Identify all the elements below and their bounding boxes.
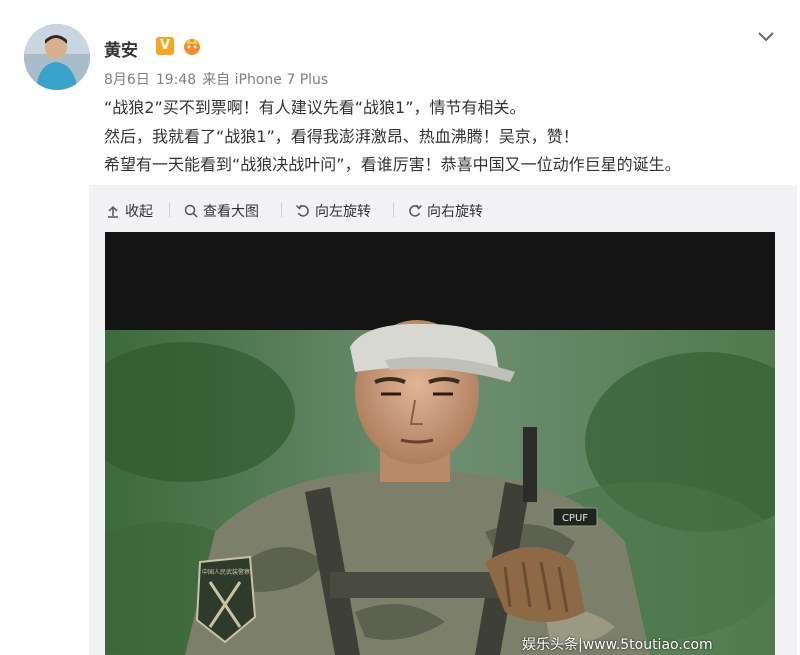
collapse-label: 收起 xyxy=(125,204,153,220)
post-source: 来自 iPhone 7 Plus xyxy=(202,72,329,88)
post-image[interactable]: CPUF 中国人民武装警察 xyxy=(105,232,775,655)
collapse-button[interactable]: 收起 xyxy=(105,201,153,221)
rotate-right-button[interactable]: 向右旋转 xyxy=(407,201,483,221)
view-large-label: 查看大图 xyxy=(203,204,259,220)
rotate-right-label: 向右旋转 xyxy=(427,204,483,220)
toolbar-divider xyxy=(281,203,282,217)
verified-badge-icon: V xyxy=(156,37,174,55)
watermark-text: 娱乐头条|www.5toutiao.com xyxy=(522,637,713,653)
search-icon xyxy=(183,203,199,219)
post-date[interactable]: 8月6日 xyxy=(104,72,150,88)
post-time[interactable]: 19:48 xyxy=(156,72,196,88)
post-line: 然后，我就看了“战狼1”，看得我澎湃激昂、热血沸腾！吴京，赞！ xyxy=(104,126,579,146)
toolbar-divider xyxy=(169,203,170,217)
avatar[interactable] xyxy=(24,24,90,90)
rotate-left-label: 向左旋转 xyxy=(315,204,371,220)
collapse-up-icon xyxy=(105,203,121,219)
chevron-down-icon[interactable] xyxy=(754,24,778,48)
post-line: “战狼2”买不到票啊！有人建议先看“战狼1”，情节有相关。 xyxy=(104,98,526,117)
post-meta: 8月6日 19:48 来自 iPhone 7 Plus xyxy=(104,69,328,89)
media-toolbar: 收起 查看大图 向左旋转 向右旋转 xyxy=(89,185,797,235)
toolbar-divider xyxy=(393,203,394,217)
rotate-left-icon xyxy=(295,203,311,219)
media-panel: 收起 查看大图 向左旋转 向右旋转 CPUF 中国人民武装警察 xyxy=(89,185,797,655)
view-large-button[interactable]: 查看大图 xyxy=(183,201,259,221)
post-text: “战狼2”买不到票啊！有人建议先看“战狼1”，情节有相关。 然后，我就看了“战狼… xyxy=(104,94,784,180)
username[interactable]: 黄安 xyxy=(104,36,138,61)
arm-patch-text: 中国人民武装警察 xyxy=(202,568,250,576)
rotate-right-icon xyxy=(407,203,423,219)
member-crown-icon xyxy=(180,35,204,55)
post-line: 希望有一天能看到“战狼决战叶问”，看谁厉害！恭喜中国又一位动作巨星的诞生。 xyxy=(104,155,681,174)
cpuf-patch-text: CPUF xyxy=(562,513,588,524)
rotate-left-button[interactable]: 向左旋转 xyxy=(295,201,371,221)
